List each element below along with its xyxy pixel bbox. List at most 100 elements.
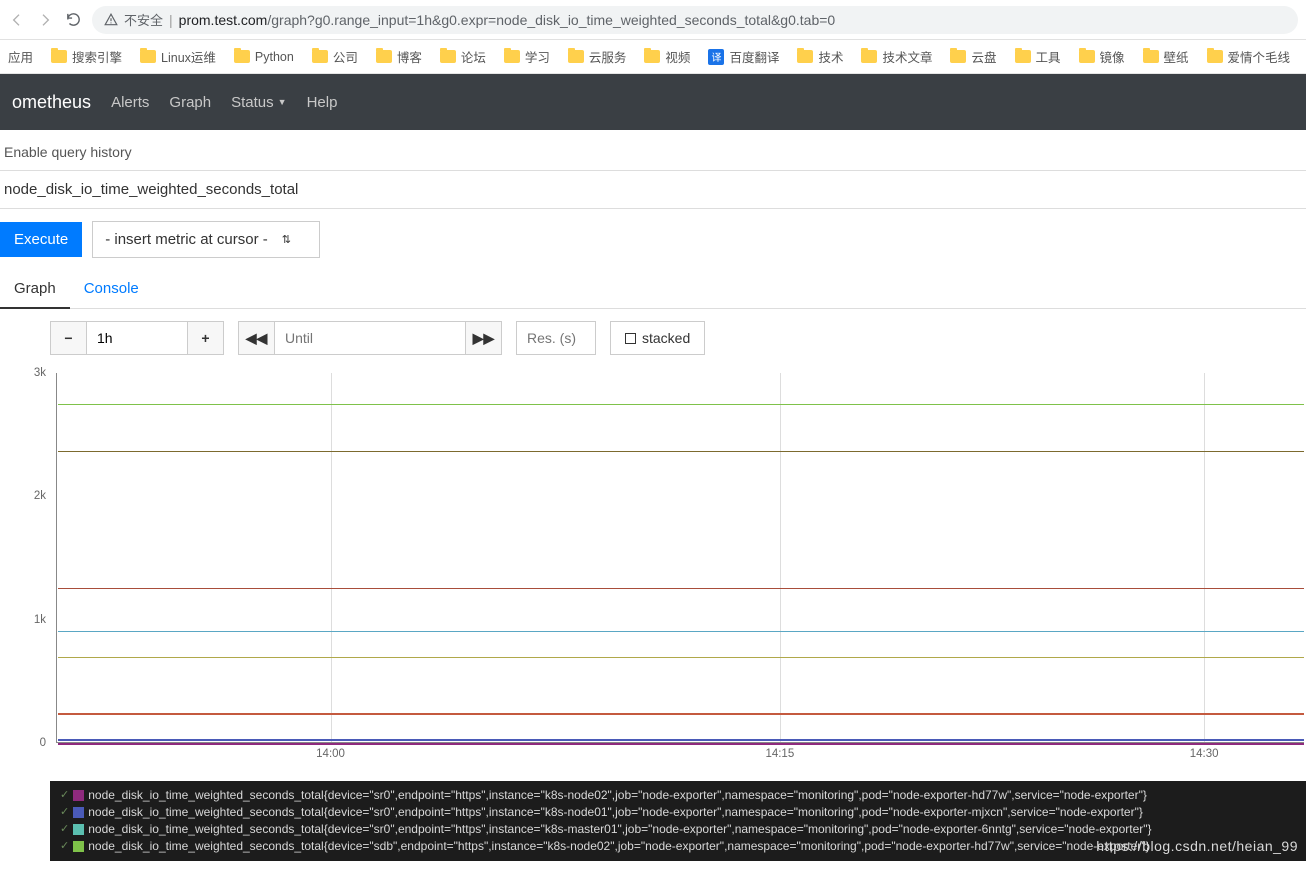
series-line bbox=[58, 743, 1304, 745]
nav-help[interactable]: Help bbox=[307, 94, 338, 111]
folder-icon bbox=[504, 50, 520, 63]
series-line bbox=[58, 713, 1304, 715]
check-icon: ✓ bbox=[60, 787, 69, 804]
checkbox-icon bbox=[625, 333, 636, 344]
nav-status[interactable]: Status▼ bbox=[231, 94, 286, 111]
range-increase-button[interactable]: + bbox=[187, 322, 223, 354]
bookmark-folder[interactable]: 爱情个毛线 bbox=[1207, 47, 1291, 66]
bookmark-folder[interactable]: 工具 bbox=[1015, 47, 1061, 66]
apps-button[interactable]: 应用 bbox=[8, 47, 33, 66]
graph-controls: − + ◀◀ ▶▶ stacked bbox=[50, 309, 1306, 367]
range-decrease-button[interactable]: − bbox=[51, 322, 87, 354]
until-input[interactable] bbox=[275, 322, 465, 354]
nav-graph[interactable]: Graph bbox=[169, 94, 211, 111]
bookmark-folder[interactable]: 镜像 bbox=[1079, 47, 1125, 66]
legend-label: node_disk_io_time_weighted_seconds_total… bbox=[88, 787, 1147, 804]
stacked-toggle[interactable]: stacked bbox=[610, 321, 705, 355]
browser-toolbar: 不安全 | prom.test.com/graph?g0.range_input… bbox=[0, 0, 1306, 40]
series-line bbox=[58, 588, 1304, 590]
folder-icon bbox=[1015, 50, 1031, 63]
bookmark-folder[interactable]: 云盘 bbox=[950, 47, 996, 66]
series-line bbox=[58, 631, 1304, 633]
watermark-text: https://blog.csdn.net/heian_99 bbox=[1096, 838, 1298, 854]
check-icon: ✓ bbox=[60, 821, 69, 838]
bookmark-folder[interactable]: 视频 bbox=[644, 47, 690, 66]
bookmark-folder[interactable]: 技术文章 bbox=[861, 47, 932, 66]
chevron-down-icon: ▼ bbox=[278, 97, 287, 107]
legend-label: node_disk_io_time_weighted_seconds_total… bbox=[88, 838, 1149, 855]
bookmark-folder[interactable]: 技术 bbox=[797, 47, 843, 66]
legend-item[interactable]: ✓ node_disk_io_time_weighted_seconds_tota… bbox=[60, 787, 1296, 804]
result-tabs: Graph Console bbox=[0, 270, 1306, 309]
bookmark-folder[interactable]: Python bbox=[234, 50, 294, 64]
resolution-input[interactable] bbox=[516, 321, 596, 355]
brand-logo[interactable]: ometheus bbox=[12, 92, 91, 113]
insecure-icon bbox=[104, 13, 118, 27]
folder-icon bbox=[568, 50, 584, 63]
legend-item[interactable]: ✓ node_disk_io_time_weighted_seconds_tota… bbox=[60, 821, 1296, 838]
legend-label: node_disk_io_time_weighted_seconds_total… bbox=[88, 821, 1151, 838]
bookmark-folder[interactable]: 壁纸 bbox=[1143, 47, 1189, 66]
color-swatch bbox=[73, 807, 84, 818]
legend-item[interactable]: ✓ node_disk_io_time_weighted_seconds_tota… bbox=[60, 804, 1296, 821]
x-tick-label: 14:30 bbox=[1190, 748, 1219, 760]
folder-icon bbox=[861, 50, 877, 63]
y-tick-label: 1k bbox=[34, 614, 46, 626]
color-swatch bbox=[73, 841, 84, 852]
y-tick-label: 2k bbox=[34, 490, 46, 502]
x-tick-label: 14:00 bbox=[316, 748, 345, 760]
folder-icon bbox=[1207, 50, 1223, 63]
folder-icon bbox=[1079, 50, 1095, 63]
folder-icon bbox=[644, 50, 660, 63]
metric-select[interactable]: - insert metric at cursor - bbox=[92, 221, 320, 258]
time-group: ◀◀ ▶▶ bbox=[238, 321, 502, 355]
range-group: − + bbox=[50, 321, 224, 355]
nav-alerts[interactable]: Alerts bbox=[111, 94, 149, 111]
y-tick-label: 3k bbox=[34, 367, 46, 379]
back-button[interactable] bbox=[8, 11, 26, 29]
reload-button[interactable] bbox=[64, 11, 82, 29]
series-line bbox=[58, 657, 1304, 659]
time-forward-button[interactable]: ▶▶ bbox=[465, 322, 501, 354]
tab-console[interactable]: Console bbox=[70, 270, 153, 308]
bookmark-folder[interactable]: 学习 bbox=[504, 47, 550, 66]
bookmark-folder[interactable]: 公司 bbox=[312, 47, 358, 66]
query-expression-input[interactable] bbox=[0, 171, 1306, 208]
translate-icon: 译 bbox=[708, 49, 724, 65]
legend-label: node_disk_io_time_weighted_seconds_total… bbox=[88, 804, 1143, 821]
folder-icon bbox=[797, 50, 813, 63]
folder-icon bbox=[440, 50, 456, 63]
series-line bbox=[58, 451, 1304, 453]
bookmark-folder[interactable]: Linux运维 bbox=[140, 47, 216, 66]
color-swatch bbox=[73, 790, 84, 801]
folder-icon bbox=[312, 50, 328, 63]
folder-icon bbox=[950, 50, 966, 63]
folder-icon bbox=[140, 50, 156, 63]
bookmark-translate[interactable]: 译百度翻译 bbox=[708, 47, 779, 66]
tab-graph[interactable]: Graph bbox=[0, 270, 70, 309]
y-axis: 3k2k1k0 bbox=[6, 373, 52, 743]
folder-icon bbox=[51, 50, 67, 63]
folder-icon bbox=[234, 50, 250, 63]
check-icon: ✓ bbox=[60, 804, 69, 821]
bookmark-folder[interactable]: 搜索引擎 bbox=[51, 47, 122, 66]
time-back-button[interactable]: ◀◀ bbox=[239, 322, 275, 354]
folder-icon bbox=[376, 50, 392, 63]
graph-panel: 3k2k1k0 14:0014:1514:30 bbox=[6, 373, 1306, 773]
enable-query-history[interactable]: Enable query history bbox=[0, 130, 1306, 170]
x-tick-label: 14:15 bbox=[765, 748, 794, 760]
bookmark-folder[interactable]: 云服务 bbox=[568, 47, 627, 66]
bookmarks-bar: 应用 搜索引擎Linux运维Python公司博客论坛学习云服务视频 译百度翻译 … bbox=[0, 40, 1306, 74]
forward-button[interactable] bbox=[36, 11, 54, 29]
bookmark-folder[interactable]: 论坛 bbox=[440, 47, 486, 66]
range-input[interactable] bbox=[87, 322, 187, 354]
series-line bbox=[58, 739, 1304, 741]
check-icon: ✓ bbox=[60, 838, 69, 855]
address-bar[interactable]: 不安全 | prom.test.com/graph?g0.range_input… bbox=[92, 6, 1298, 34]
execute-button[interactable]: Execute bbox=[0, 222, 82, 257]
url-text: prom.test.com/graph?g0.range_input=1h&g0… bbox=[179, 12, 836, 28]
plot-area[interactable] bbox=[56, 373, 1304, 743]
series-line bbox=[58, 404, 1304, 406]
y-tick-label: 0 bbox=[40, 737, 46, 749]
bookmark-folder[interactable]: 博客 bbox=[376, 47, 422, 66]
